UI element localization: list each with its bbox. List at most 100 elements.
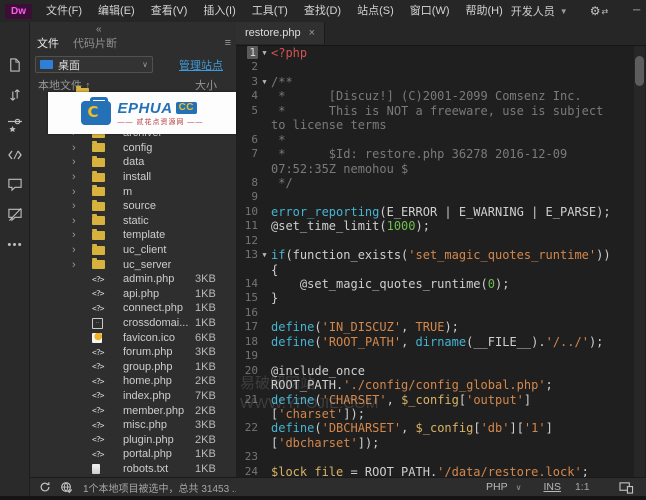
tree-folder-row[interactable]: ›static bbox=[30, 214, 236, 229]
chevron-collapsed-icon[interactable]: › bbox=[72, 187, 76, 197]
line-number[interactable]: 5 bbox=[236, 104, 258, 118]
sync-settings-button[interactable]: ⚙ ⇄ bbox=[590, 4, 608, 18]
vertical-scrollbar[interactable] bbox=[634, 46, 645, 478]
tree-file-row[interactable]: <?>plugin.php2KB bbox=[30, 432, 236, 447]
line-number[interactable]: 18 bbox=[236, 335, 258, 349]
connect-server-icon[interactable] bbox=[60, 481, 73, 494]
tree-file-row[interactable]: <?>portal.php1KB bbox=[30, 447, 236, 462]
document-icon[interactable] bbox=[6, 56, 23, 73]
line-number[interactable] bbox=[236, 118, 258, 132]
line-number[interactable]: 8 bbox=[236, 176, 258, 190]
tree-file-row[interactable]: <?>misc.php3KB bbox=[30, 418, 236, 433]
line-number[interactable] bbox=[236, 436, 258, 450]
live-inspect-icon[interactable] bbox=[6, 116, 23, 133]
close-tab-icon[interactable]: × bbox=[309, 27, 315, 39]
sync-arrows-icon[interactable] bbox=[6, 86, 23, 103]
insert-mode-indicator[interactable]: INS bbox=[543, 481, 561, 493]
line-number[interactable]: 9 bbox=[236, 190, 258, 204]
line-number[interactable]: 7 bbox=[236, 147, 258, 161]
comment-off-icon[interactable] bbox=[6, 206, 23, 223]
line-number[interactable] bbox=[236, 378, 258, 392]
panel-menu-icon[interactable]: ≡ bbox=[225, 37, 231, 49]
tree-file-row[interactable]: favicon.ico6KB bbox=[30, 330, 236, 345]
language-mode[interactable]: PHP bbox=[486, 481, 508, 493]
line-number[interactable] bbox=[236, 407, 258, 421]
tree-file-row[interactable]: <?>index.php7KB bbox=[30, 389, 236, 404]
tree-folder-row[interactable]: ›data bbox=[30, 155, 236, 170]
line-number[interactable]: 19 bbox=[236, 349, 258, 363]
tree-file-row[interactable]: ··crossdomai...1KB bbox=[30, 316, 236, 331]
menu-item[interactable]: 帮助(H) bbox=[458, 0, 511, 22]
more-dots-icon[interactable] bbox=[6, 236, 23, 253]
line-number[interactable]: 2 bbox=[236, 60, 258, 74]
chevron-collapsed-icon[interactable]: › bbox=[72, 260, 76, 270]
menu-item[interactable]: 站点(S) bbox=[349, 0, 402, 22]
tree-file-row[interactable]: <?>admin.php3KB bbox=[30, 272, 236, 287]
fold-arrow-icon[interactable]: ▼ bbox=[258, 75, 271, 89]
menu-item[interactable]: 查看(V) bbox=[143, 0, 196, 22]
tree-file-row[interactable]: <?>home.php2KB bbox=[30, 374, 236, 389]
line-number[interactable]: 24 bbox=[236, 465, 258, 478]
line-number[interactable]: 21 bbox=[236, 393, 258, 407]
line-number[interactable]: 6 bbox=[236, 133, 258, 147]
workspace-switcher[interactable]: 开发人员 ▼ bbox=[511, 3, 568, 19]
menu-item[interactable]: 窗口(W) bbox=[402, 0, 458, 22]
line-number[interactable] bbox=[236, 263, 258, 277]
tree-folder-row[interactable]: ›template bbox=[30, 228, 236, 243]
device-preview-icon[interactable] bbox=[619, 481, 634, 494]
line-number[interactable]: 3 bbox=[236, 75, 258, 89]
line-number[interactable]: 12 bbox=[236, 234, 258, 248]
comment-icon[interactable] bbox=[6, 176, 23, 193]
tree-folder-row[interactable]: ›install bbox=[30, 170, 236, 185]
menu-item[interactable]: 工具(T) bbox=[244, 0, 296, 22]
tree-file-row[interactable]: <?>api.php1KB bbox=[30, 287, 236, 302]
line-number[interactable]: 20 bbox=[236, 364, 258, 378]
tree-folder-row[interactable]: ›m bbox=[30, 184, 236, 199]
line-number[interactable]: 4 bbox=[236, 89, 258, 103]
line-number[interactable] bbox=[236, 162, 258, 176]
refresh-icon[interactable] bbox=[39, 481, 51, 493]
tree-file-row[interactable]: <?>member.php2KB bbox=[30, 403, 236, 418]
tab-restore-php[interactable]: restore.php × bbox=[236, 22, 325, 44]
chevron-collapsed-icon[interactable]: › bbox=[72, 201, 76, 211]
tree-folder-row[interactable]: ›uc_server bbox=[30, 257, 236, 272]
code-edit-icon[interactable] bbox=[6, 146, 23, 163]
line-number[interactable]: 1 bbox=[236, 46, 258, 60]
line-number[interactable]: 23 bbox=[236, 450, 258, 464]
tab-snippets[interactable]: 代码片断 bbox=[73, 35, 117, 51]
tree-folder-row[interactable]: ›uc_client bbox=[30, 243, 236, 258]
menu-item[interactable]: 文件(F) bbox=[38, 0, 90, 22]
menu-item[interactable]: 编辑(E) bbox=[90, 0, 143, 22]
menu-item[interactable]: 插入(I) bbox=[195, 0, 243, 22]
tree-folder-row[interactable]: ›config bbox=[30, 141, 236, 156]
scrollbar-thumb[interactable] bbox=[635, 56, 644, 86]
line-number[interactable]: 17 bbox=[236, 320, 258, 334]
line-number[interactable]: 10 bbox=[236, 205, 258, 219]
fold-arrow-icon[interactable]: ▼ bbox=[258, 248, 271, 262]
tree-folder-row[interactable]: ›source bbox=[30, 199, 236, 214]
line-number[interactable]: 11 bbox=[236, 219, 258, 233]
tab-files[interactable]: 文件 bbox=[37, 35, 59, 51]
tree-file-row[interactable]: <?>connect.php1KB bbox=[30, 301, 236, 316]
fold-arrow-icon[interactable]: ▼ bbox=[258, 46, 271, 60]
line-number[interactable]: 16 bbox=[236, 306, 258, 320]
chevron-collapsed-icon[interactable]: › bbox=[72, 172, 76, 182]
menu-item[interactable]: 查找(D) bbox=[296, 0, 349, 22]
tree-file-row[interactable]: <?>group.php1KB bbox=[30, 360, 236, 375]
line-number[interactable]: 22 bbox=[236, 421, 258, 435]
site-selector[interactable]: 桌面 ∨ bbox=[35, 56, 153, 73]
line-number[interactable]: 15 bbox=[236, 291, 258, 305]
chevron-collapsed-icon[interactable]: › bbox=[72, 157, 76, 167]
chevron-collapsed-icon[interactable]: › bbox=[72, 245, 76, 255]
line-number[interactable]: 14 bbox=[236, 277, 258, 291]
manage-sites-link[interactable]: 管理站点 bbox=[179, 57, 223, 73]
line-number[interactable]: 13 bbox=[236, 248, 258, 262]
tree-file-row[interactable]: <?>forum.php3KB bbox=[30, 345, 236, 360]
panel-collapse-icon[interactable]: « bbox=[96, 24, 102, 35]
chevron-collapsed-icon[interactable]: › bbox=[72, 230, 76, 240]
code-area[interactable]: 1▼<?php23▼/**4 * [Discuz!] (C)2001-2099 … bbox=[236, 46, 632, 478]
tree-file-row[interactable]: robots.txt1KB bbox=[30, 462, 236, 477]
chevron-collapsed-icon[interactable]: › bbox=[72, 216, 76, 226]
minimize-button[interactable]: ─ bbox=[626, 0, 646, 22]
chevron-collapsed-icon[interactable]: › bbox=[72, 143, 76, 153]
